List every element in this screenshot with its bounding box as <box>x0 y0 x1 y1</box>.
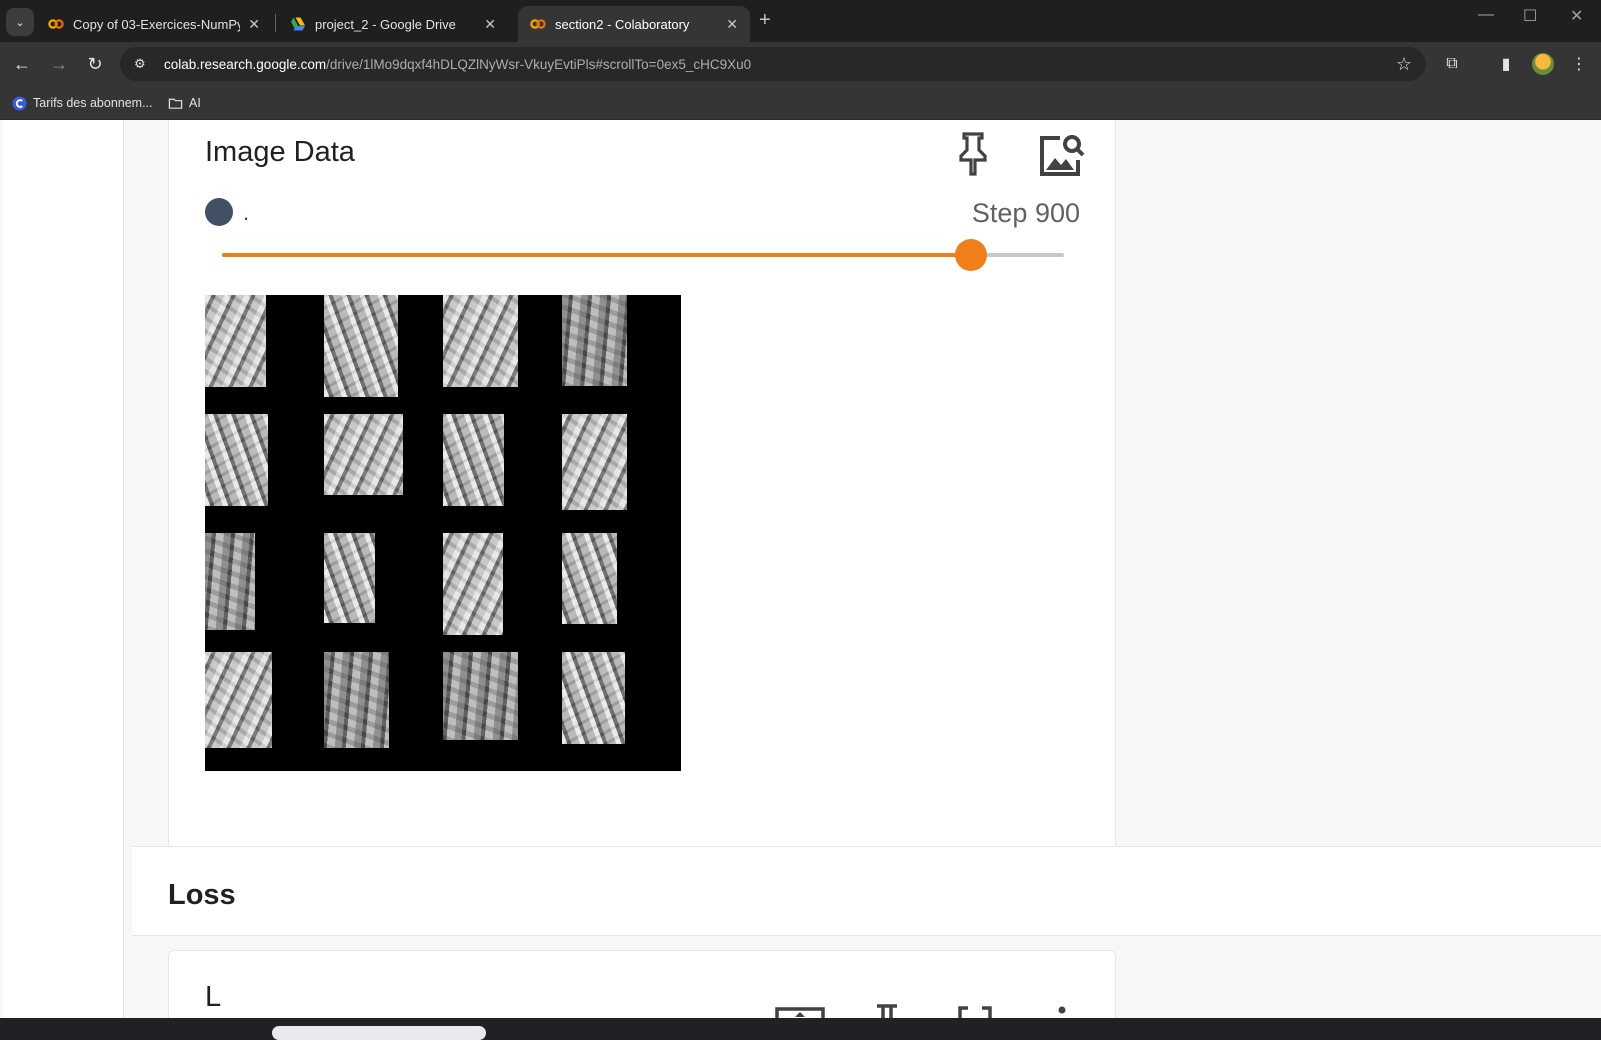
loss-section-header[interactable]: Loss <box>132 846 1601 936</box>
fullscreen-image-icon[interactable] <box>1038 132 1086 180</box>
new-tab-button[interactable]: + <box>759 9 771 32</box>
tab-separator <box>275 14 276 32</box>
bookmark-star-icon[interactable]: ☆ <box>1396 54 1412 75</box>
os-taskbar <box>0 1018 1601 1040</box>
bookmark-folder-ai[interactable]: AI <box>168 93 201 113</box>
step-label: Step 900 <box>971 198 1080 228</box>
mri-slice-tile <box>324 652 389 748</box>
mri-slice-tile <box>443 295 518 387</box>
mri-slice-tile <box>443 414 504 506</box>
section-title: Loss <box>168 879 236 911</box>
run-label: . <box>243 200 250 225</box>
mri-slice-tile <box>562 295 627 386</box>
mri-slice-tile <box>443 652 518 740</box>
tab-title: section2 - Colaboratory <box>555 16 690 32</box>
tab-search-button[interactable]: ⌄ <box>6 8 34 36</box>
c-logo-icon <box>12 95 27 111</box>
colab-icon <box>48 19 64 29</box>
fullscreen-icon[interactable] <box>958 1006 992 1018</box>
profile-avatar[interactable] <box>1532 53 1554 75</box>
colab-icon <box>530 19 546 29</box>
tensorboard-page: Image Data . Step 900 Loss L <box>0 120 1601 1018</box>
window-close-button[interactable]: ✕ <box>1570 6 1583 26</box>
drive-icon <box>291 17 305 31</box>
pin-icon[interactable] <box>873 1004 901 1018</box>
card-title: L <box>205 981 222 1013</box>
tab-close-icon[interactable]: ✕ <box>248 16 260 33</box>
site-info-icon[interactable]: ⚙ <box>134 56 150 72</box>
tab-colaboratory[interactable]: section2 - Colaboratory ✕ <box>518 6 750 42</box>
mri-slice-tile <box>562 652 625 744</box>
mri-slice-tile <box>562 414 627 510</box>
bookmark-label: AI <box>189 96 201 110</box>
left-sidebar <box>2 120 124 1018</box>
minimize-button[interactable]: — <box>1478 6 1494 24</box>
back-button[interactable]: ← <box>10 52 34 76</box>
more-options-icon[interactable] <box>1057 1004 1067 1018</box>
tab-numpy-exercises[interactable]: Copy of 03-Exercices-NumPy.ip ✕ <box>36 6 272 42</box>
tab-title: project_2 - Google Drive <box>315 16 456 32</box>
mri-slice-tile <box>324 295 398 397</box>
url-host: colab.research.google.com <box>164 56 327 72</box>
url-path: /drive/1lMo9dqxf4hDLQZlNyWsr-VkuyEvtiPls… <box>326 56 752 72</box>
step-slider[interactable] <box>222 239 1064 271</box>
card-title: Image Data <box>205 136 355 168</box>
mri-slice-tile <box>205 295 266 387</box>
tab-title: Copy of 03-Exercices-NumPy.ip <box>73 16 241 32</box>
slider-fill <box>222 253 972 257</box>
bookmark-label: Tarifs des abonnem... <box>33 96 153 110</box>
tab-google-drive[interactable]: project_2 - Google Drive ✕ <box>278 6 508 42</box>
tab-close-icon[interactable]: ✕ <box>484 16 496 33</box>
folder-icon <box>168 98 183 109</box>
mri-slice-tile <box>205 533 255 630</box>
bookmark-tarifs[interactable]: Tarifs des abonnem... <box>12 93 153 113</box>
mri-slice-tile <box>205 652 272 748</box>
browser-menu-icon[interactable]: ⋮ <box>1567 52 1591 76</box>
taskbar-search-box[interactable] <box>272 1026 486 1040</box>
maximize-button[interactable]: ☐ <box>1523 6 1537 26</box>
pin-icon[interactable] <box>955 132 991 176</box>
url-text[interactable]: colab.research.google.com/drive/1lMo9dqx… <box>164 57 751 72</box>
browser-tab-bar: ⌄ Copy of 03-Exercices-NumPy.ip ✕ projec… <box>0 0 1601 42</box>
reload-button[interactable]: ↻ <box>83 52 107 76</box>
tab-close-icon[interactable]: ✕ <box>726 16 738 33</box>
extensions-icon[interactable]: ⧉ <box>1440 52 1464 76</box>
bookmarks-bar: Tarifs des abonnem... AI <box>0 86 1601 120</box>
mri-slice-tile <box>324 533 375 623</box>
browser-toolbar: ← → ↻ ⚙ colab.research.google.com/drive/… <box>0 42 1601 86</box>
mri-slice-tile <box>562 533 617 624</box>
run-color-dot <box>205 198 233 226</box>
side-panel-icon[interactable]: ▮ <box>1494 52 1518 76</box>
mri-slice-tile <box>443 533 503 635</box>
mri-slice-tile <box>324 414 403 495</box>
data-download-icon[interactable] <box>775 1005 825 1018</box>
forward-button[interactable]: → <box>47 52 71 76</box>
mri-slice-tile <box>205 414 268 506</box>
mri-image-grid[interactable] <box>205 295 681 771</box>
address-bar[interactable]: ⚙ colab.research.google.com/drive/1lMo9d… <box>120 47 1426 81</box>
